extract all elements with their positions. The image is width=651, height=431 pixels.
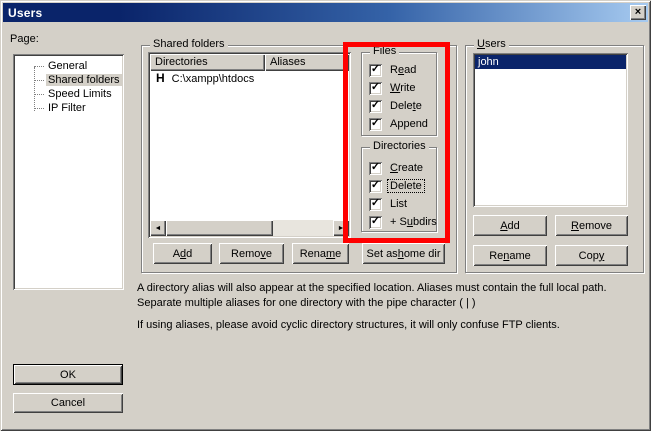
scroll-left-button[interactable]: ◄ [150,220,166,236]
scrollbar-track[interactable] [273,220,333,236]
page-list[interactable]: General Shared folders Speed Limits IP F… [13,54,124,290]
checkbox-box[interactable]: ✓ [369,180,382,193]
files-group-label: Files [370,45,399,58]
users-remove-button[interactable]: Remove [555,215,628,236]
check-icon: ✓ [371,118,380,129]
page-item-shared-folders[interactable]: Shared folders [13,73,124,87]
page-item-ip-filter[interactable]: IP Filter [13,101,124,115]
checkbox-label: Delete [388,180,424,192]
horizontal-scrollbar[interactable]: ◄ ► [150,220,349,236]
users-list[interactable]: john [473,53,628,207]
files-delete-checkbox[interactable]: ✓ Delete [369,99,424,113]
page-item-speed-limits[interactable]: Speed Limits [13,87,124,101]
users-group-label: Users [474,38,509,51]
checkbox-label: Read [388,64,418,76]
list-item-user[interactable]: john [475,55,626,69]
users-copy-button[interactable]: Copy [555,245,628,266]
dirs-delete-checkbox[interactable]: ✓ Delete [369,179,424,193]
set-as-home-dir-button[interactable]: Set as home dir [362,243,445,264]
directories-group-label: Directories [370,140,429,153]
shared-remove-button[interactable]: Remove [219,243,284,264]
help-paragraph-aliases: A directory alias will also appear at th… [137,281,647,311]
table-row[interactable]: H C:\xampp\htdocs [150,71,349,87]
checkbox-label: Append [388,118,430,130]
checkbox-box[interactable]: ✓ [369,100,382,113]
directory-path: C:\xampp\htdocs [172,73,255,85]
dirs-create-checkbox[interactable]: ✓ Create [369,161,425,175]
checkbox-label: Write [388,82,417,94]
page-label: Page: [10,33,39,45]
users-dialog: Users × Page: General Shared folders Spe… [0,0,651,431]
title-bar: Users × [3,3,648,22]
scroll-right-icon: ► [338,225,345,232]
close-icon: × [635,7,641,18]
directories-listview[interactable]: Directories Aliases H C:\xampp\htdocs ◄ ► [148,52,351,238]
files-permissions-group: Files ✓ Read ✓ Write ✓ Delete ✓ Append [361,52,437,136]
help-text: A directory alias will also appear at th… [137,281,647,340]
listview-header: Directories Aliases [150,54,349,71]
scrollbar-thumb[interactable] [166,220,273,236]
scroll-right-button[interactable]: ► [333,220,349,236]
files-append-checkbox[interactable]: ✓ Append [369,117,430,131]
check-icon: ✓ [371,180,380,191]
checkbox-box[interactable]: ✓ [369,216,382,229]
shared-folders-group-label: Shared folders [150,38,228,51]
check-icon: ✓ [371,162,380,173]
files-write-checkbox[interactable]: ✓ Write [369,81,417,95]
ok-button[interactable]: OK [13,364,123,385]
close-button[interactable]: × [630,5,646,20]
checkbox-box[interactable]: ✓ [369,64,382,77]
dirs-list-checkbox[interactable]: ✓ List [369,197,409,211]
cancel-button[interactable]: Cancel [13,393,123,413]
check-icon: ✓ [371,82,380,93]
users-rename-button[interactable]: Rename [473,245,547,266]
dirs-subdirs-checkbox[interactable]: ✓ + Subdirs [369,215,439,229]
scroll-left-icon: ◄ [155,225,162,232]
checkbox-label: Create [388,162,425,174]
page-tree: General Shared folders Speed Limits IP F… [13,59,124,115]
shared-rename-button[interactable]: Rename [292,243,349,264]
checkbox-label: + Subdirs [388,216,439,228]
column-header-directories[interactable]: Directories [150,54,265,71]
home-dir-flag: H [156,71,165,85]
checkbox-box[interactable]: ✓ [369,162,382,175]
column-header-aliases[interactable]: Aliases [265,54,349,71]
checkbox-box[interactable]: ✓ [369,82,382,95]
checkbox-box[interactable]: ✓ [369,198,382,211]
help-paragraph-cyclic: If using aliases, please avoid cyclic di… [137,318,647,333]
check-icon: ✓ [371,198,380,209]
window-title: Users [8,6,42,20]
check-icon: ✓ [371,100,380,111]
files-read-checkbox[interactable]: ✓ Read [369,63,418,77]
check-icon: ✓ [371,64,380,75]
checkbox-label: List [388,198,409,210]
checkbox-box[interactable]: ✓ [369,118,382,131]
users-add-button[interactable]: Add [473,215,547,236]
checkbox-label: Delete [388,100,424,112]
shared-add-button[interactable]: Add [153,243,212,264]
check-icon: ✓ [371,216,380,227]
page-item-general[interactable]: General [13,59,124,73]
directories-permissions-group: Directories ✓ Create ✓ Delete ✓ List ✓ +… [361,147,437,232]
